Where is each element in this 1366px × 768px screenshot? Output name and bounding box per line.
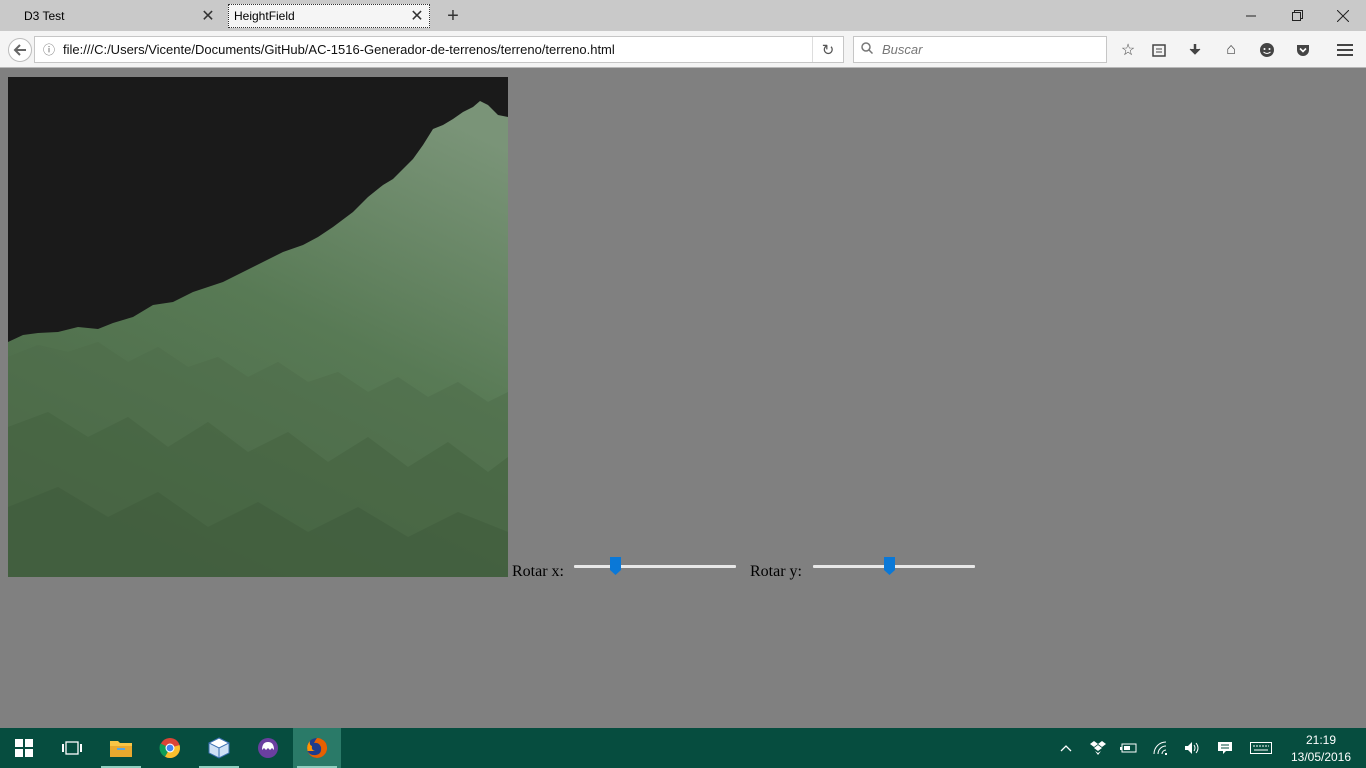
close-tab-icon[interactable]: ✕ (405, 4, 429, 28)
search-box[interactable] (853, 36, 1107, 63)
bookmark-star-icon[interactable]: ☆ (1115, 38, 1141, 62)
new-tab-icon[interactable]: + (441, 4, 465, 28)
search-input[interactable] (880, 41, 1094, 58)
info-icon[interactable]: ⓘ (35, 41, 63, 58)
rotate-x-label: Rotar x: (512, 563, 564, 580)
url-text[interactable]: file:///C:/Users/Vicente/Documents/GitHu… (63, 42, 812, 57)
terrain-heightfield-canvas[interactable] (8, 77, 508, 577)
clock-time: 21:19 (1305, 733, 1337, 747)
hello-chat-icon[interactable] (1254, 38, 1280, 62)
start-icon[interactable] (0, 728, 48, 768)
volume-icon[interactable] (1182, 728, 1204, 768)
taskbar: 21:19 13/05/2016 (0, 728, 1366, 768)
dropbox-icon[interactable] (1087, 728, 1109, 768)
reload-icon[interactable]: ↻ (812, 37, 843, 62)
rotate-y-slider[interactable] (813, 556, 975, 576)
search-icon (854, 42, 880, 57)
clock-date: 13/05/2016 (1290, 750, 1352, 764)
app-icon[interactable] (244, 728, 292, 768)
slider-thumb[interactable] (883, 557, 895, 575)
minimize-icon[interactable] (1228, 0, 1274, 31)
slider-track (574, 565, 736, 568)
restore-icon[interactable] (1274, 0, 1320, 31)
slider-thumb[interactable] (610, 557, 622, 575)
url-bar[interactable]: ⓘ file:///C:/Users/Vicente/Documents/Git… (34, 36, 844, 63)
back-button[interactable] (8, 38, 32, 62)
rotate-y-label: Rotar y: (750, 563, 802, 580)
virtualbox-icon[interactable] (195, 728, 243, 768)
wifi-icon[interactable] (1151, 728, 1173, 768)
close-window-icon[interactable] (1320, 0, 1366, 31)
tab-title: HeightField (234, 9, 295, 23)
clock[interactable]: 21:19 13/05/2016 (1280, 732, 1362, 766)
file-explorer-icon[interactable] (97, 728, 145, 768)
action-center-icon[interactable] (1214, 728, 1236, 768)
tab-strip: D3 Test ✕ HeightField ✕ + (0, 0, 1366, 31)
close-tab-icon[interactable]: ✕ (196, 4, 220, 28)
firefox-icon[interactable] (293, 728, 341, 768)
tab-d3-test[interactable]: D3 Test ✕ (8, 4, 220, 28)
home-icon[interactable]: ⌂ (1218, 38, 1244, 62)
battery-icon[interactable] (1118, 728, 1140, 768)
keyboard-icon[interactable] (1248, 728, 1274, 768)
tab-heightfield[interactable]: HeightField ✕ (228, 4, 430, 28)
chrome-icon[interactable] (146, 728, 194, 768)
show-hidden-icons-icon[interactable] (1056, 728, 1076, 768)
download-icon[interactable] (1182, 38, 1208, 62)
menu-icon[interactable] (1332, 38, 1358, 62)
rotate-x-slider[interactable] (574, 556, 736, 576)
pocket-icon[interactable] (1290, 38, 1316, 62)
tab-title: D3 Test (24, 9, 65, 23)
navigation-bar: ⓘ file:///C:/Users/Vicente/Documents/Git… (0, 31, 1366, 68)
reading-list-icon[interactable] (1146, 38, 1172, 62)
task-view-icon[interactable] (48, 728, 96, 768)
